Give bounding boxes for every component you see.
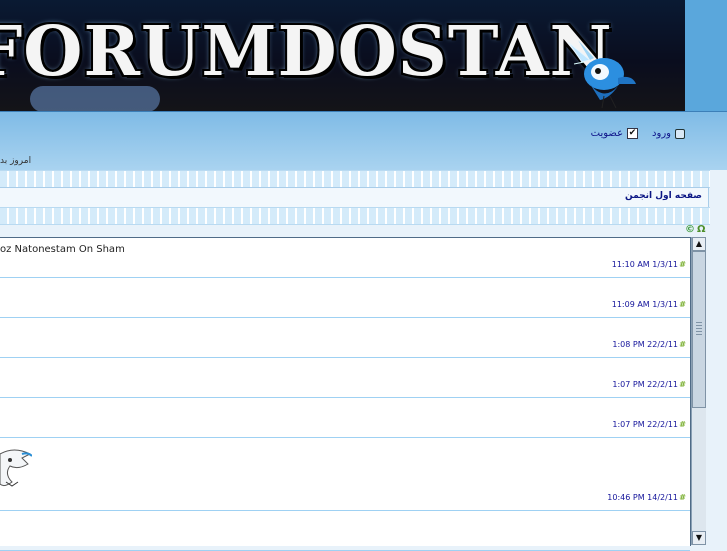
list-item[interactable]: 1:07 PM 22/2/11 # <box>0 358 690 398</box>
header-icons: © Ω <box>685 224 706 235</box>
user-links: عضویت ✔ ورود <box>591 128 685 139</box>
recent-topics-list: oz Natonestam On Sham 11:10 AM 1/3/11 # … <box>0 237 691 551</box>
login-icon <box>675 128 685 139</box>
scroll-up-icon[interactable]: ▲ <box>692 237 706 251</box>
list-item[interactable]: 11:09 AM 1/3/11 # <box>0 278 690 318</box>
decorative-stripe-bottom <box>0 207 710 225</box>
scroll-down-icon[interactable]: ▼ <box>692 531 706 545</box>
topic-time: 1:07 PM 22/2/11 <box>612 380 678 389</box>
go-to-post-icon[interactable]: # <box>679 300 686 309</box>
scroll-thumb[interactable] <box>692 251 706 408</box>
banner-image[interactable]: FORUMDOSTAN <box>0 0 685 111</box>
login-link[interactable]: ورود <box>652 128 671 139</box>
banner-title: FORUMDOSTAN <box>0 12 613 92</box>
topic-time: 10:46 PM 14/2/11 <box>607 493 678 502</box>
go-to-post-icon[interactable]: # <box>679 420 686 429</box>
list-item[interactable]: 10:46 PM 14/2/11 # <box>0 438 690 511</box>
register-check-icon: ✔ <box>627 128 639 139</box>
mascot-bird-icon <box>567 40 636 109</box>
register-link[interactable]: عضویت <box>591 128 623 139</box>
list-item[interactable]: oz Natonestam On Sham 11:10 AM 1/3/11 # <box>0 238 690 278</box>
topic-title-link[interactable]: oz Natonestam On Sham <box>0 244 125 255</box>
topic-time: 1:07 PM 22/2/11 <box>612 420 678 429</box>
go-to-post-icon[interactable]: # <box>679 493 686 502</box>
list-item[interactable] <box>0 511 690 551</box>
today-label: امروز بد <box>0 156 32 166</box>
topic-time: 11:09 AM 1/3/11 <box>611 300 678 309</box>
scroll-grip <box>696 322 702 336</box>
topic-time: 11:10 AM 1/3/11 <box>611 260 678 269</box>
omega-icon[interactable]: Ω <box>697 224 706 235</box>
list-item[interactable]: 1:08 PM 22/2/11 # <box>0 318 690 358</box>
avatar[interactable] <box>0 444 32 488</box>
go-to-post-icon[interactable]: # <box>679 380 686 389</box>
vertical-scrollbar[interactable]: ▲ ▼ <box>691 237 706 545</box>
breadcrumb: صفحه اول انجمن <box>0 187 709 209</box>
topic-time: 1:08 PM 22/2/11 <box>612 340 678 349</box>
go-to-post-icon[interactable]: # <box>679 340 686 349</box>
copyright-icon[interactable]: © <box>685 224 695 235</box>
banner-cloud-decoration <box>30 86 160 111</box>
site-banner: FORUMDOSTAN <box>0 0 727 112</box>
go-to-post-icon[interactable]: # <box>679 260 686 269</box>
breadcrumb-home-link[interactable]: صفحه اول انجمن <box>625 191 702 201</box>
decorative-stripe-top <box>0 170 710 188</box>
top-navigation-bar: عضویت ✔ ورود امروز بد <box>0 112 727 170</box>
list-item[interactable]: 1:07 PM 22/2/11 # <box>0 398 690 438</box>
